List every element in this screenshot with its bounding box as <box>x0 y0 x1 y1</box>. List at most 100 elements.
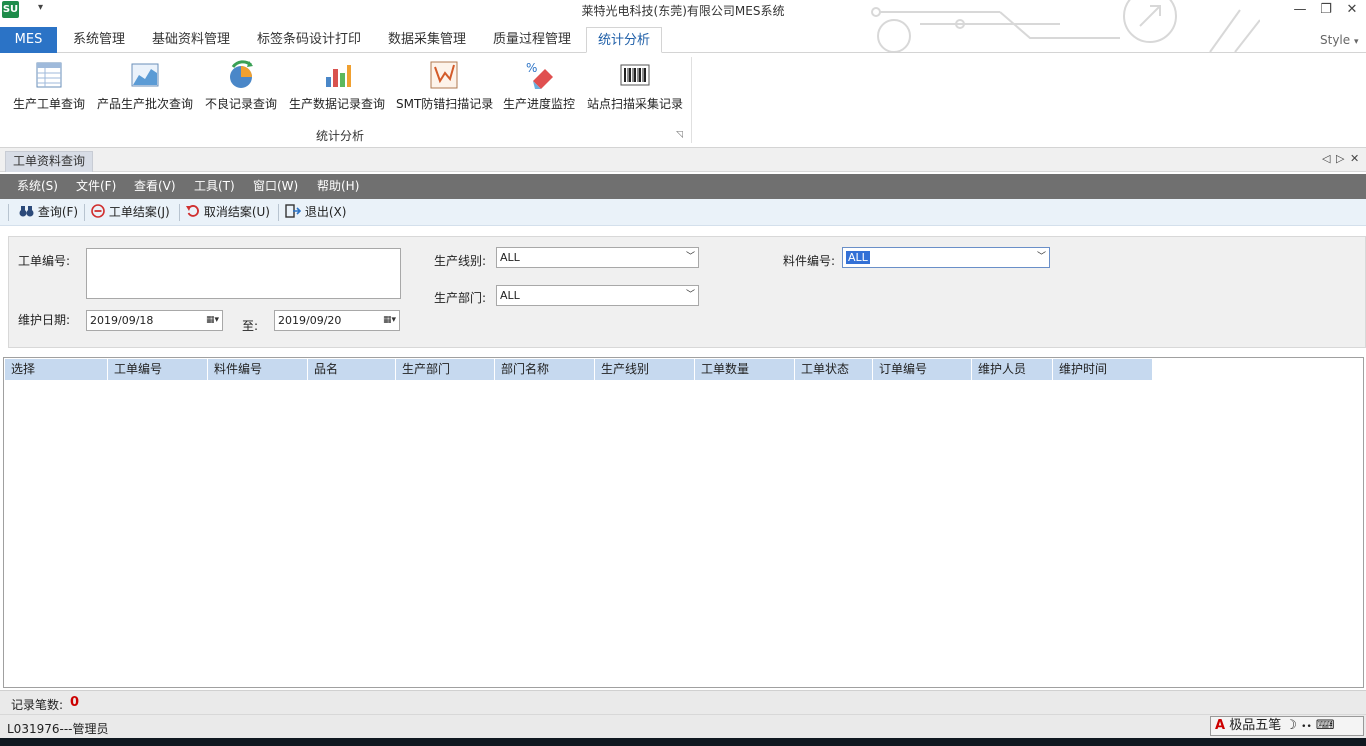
os-taskbar <box>0 738 1366 746</box>
minus-circle-icon <box>91 204 105 218</box>
close-document-icon[interactable]: ✕ <box>1350 152 1359 165</box>
ribbon-group-label: 统计分析 <box>316 129 365 143</box>
station-scan-record-button[interactable]: 站点扫描采集记录 <box>586 59 684 117</box>
to-label: 至: <box>242 319 259 333</box>
tab-basic-data[interactable]: 基础资料管理 <box>143 27 239 53</box>
menu-system[interactable]: 系统(S) <box>17 174 58 199</box>
column-header[interactable]: 料件编号 <box>208 359 308 380</box>
menu-help[interactable]: 帮助(H) <box>317 174 359 199</box>
column-header[interactable]: 维护人员 <box>972 359 1053 380</box>
chevron-down-icon: ﹀ <box>685 290 695 300</box>
document-tab-bar: 工单资料查询 <box>0 148 1366 172</box>
style-menu[interactable]: Style ▾ <box>1320 33 1359 47</box>
smt-scan-record-label: SMT防错扫描记录 <box>396 97 494 111</box>
dialog-launcher-icon[interactable]: ◹ <box>676 130 683 140</box>
punctuation-icon[interactable]: •• <box>1301 722 1312 732</box>
column-header[interactable]: 生产部门 <box>396 359 495 380</box>
batch-query-button[interactable]: 产品生产批次查询 <box>96 59 194 117</box>
progress-monitor-button[interactable]: % 生产进度监控 <box>502 59 576 117</box>
part-number-select[interactable]: ALL ﹀ <box>842 247 1050 268</box>
ribbon-panel: 生产工单查询 产品生产批次查询 不良记录查询 生产数据记录查询 SMT防错扫描记… <box>0 53 1366 148</box>
column-header[interactable]: 工单数量 <box>695 359 795 380</box>
column-header[interactable]: 部门名称 <box>495 359 595 380</box>
barcode-icon <box>620 64 650 86</box>
production-line-value: ALL <box>500 251 520 264</box>
tab-statistics[interactable]: 统计分析 <box>586 27 662 53</box>
menu-view[interactable]: 查看(V) <box>134 174 176 199</box>
binoculars-icon <box>19 206 34 217</box>
data-record-query-button[interactable]: 生产数据记录查询 <box>288 59 386 117</box>
data-record-query-label: 生产数据记录查询 <box>288 97 385 111</box>
cancel-close-button[interactable]: 取消结案(U) <box>186 199 270 226</box>
column-header[interactable]: 订单编号 <box>873 359 972 380</box>
percent-eraser-icon: % <box>526 61 553 89</box>
close-window-button[interactable]: ✕ <box>1338 0 1366 22</box>
tab-label-barcode[interactable]: 标签条码设计打印 <box>248 27 370 53</box>
defect-query-label: 不良记录查询 <box>204 97 277 111</box>
production-dept-label: 生产部门: <box>434 291 487 305</box>
toolbar-separator <box>278 204 279 221</box>
tab-next-icon[interactable]: ▷ <box>1336 152 1344 165</box>
ime-name[interactable]: 极品五笔 <box>1229 718 1281 733</box>
production-dept-select[interactable]: ALL ﹀ <box>496 285 699 306</box>
smt-scan-record-button[interactable]: SMT防错扫描记录 <box>396 59 494 117</box>
ime-toolbar[interactable]: A 极品五笔 ☽ •• ⌨ <box>1210 716 1364 736</box>
production-dept-value: ALL <box>500 289 520 302</box>
undo-icon <box>186 205 199 217</box>
workorder-number-label: 工单编号: <box>18 254 71 268</box>
results-grid[interactable]: 选择 工单编号 料件编号 品名 生产部门 部门名称 生产线别 工单数量 工单状态… <box>3 357 1364 688</box>
tab-system-management[interactable]: 系统管理 <box>63 27 135 53</box>
area-chart-icon <box>131 63 159 87</box>
menu-window[interactable]: 窗口(W) <box>253 174 298 199</box>
column-header[interactable]: 生产线别 <box>595 359 695 380</box>
close-workorder-label: 工单结案(J) <box>108 205 170 219</box>
moon-icon[interactable]: ☽ <box>1285 718 1297 733</box>
record-count-value: 0 <box>70 695 80 710</box>
exit-label: 退出(X) <box>304 205 347 219</box>
calendar-icon[interactable]: ▦▾ <box>206 311 219 330</box>
production-line-select[interactable]: ALL ﹀ <box>496 247 699 268</box>
date-from-value: 2019/09/18 <box>90 314 154 327</box>
table-list-icon <box>36 62 62 88</box>
workorder-query-button[interactable]: 生产工单查询 <box>12 59 86 117</box>
exit-button[interactable]: 退出(X) <box>285 199 346 226</box>
query-label: 查询(F) <box>37 205 79 219</box>
workorder-query-label: 生产工单查询 <box>12 97 85 111</box>
ribbon-tab-strip: MES 系统管理 基础资料管理 标签条码设计打印 数据采集管理 质量过程管理 统… <box>0 27 1366 53</box>
toolbar-separator <box>84 204 85 221</box>
column-header[interactable]: 维护时间 <box>1053 359 1153 380</box>
column-header[interactable]: 工单状态 <box>795 359 873 380</box>
tab-mes[interactable]: MES <box>0 27 57 53</box>
workorder-number-input[interactable] <box>86 248 401 299</box>
tab-data-collection[interactable]: 数据采集管理 <box>378 27 476 53</box>
record-count-bar: 记录笔数: 0 <box>0 690 1366 714</box>
date-to-picker[interactable]: 2019/09/20 ▦▾ <box>274 310 400 331</box>
ribbon-group-divider <box>691 57 692 143</box>
column-header[interactable]: 选择 <box>5 359 108 380</box>
calendar-icon[interactable]: ▦▾ <box>383 311 396 330</box>
tab-quality-process[interactable]: 质量过程管理 <box>483 27 581 53</box>
defect-query-button[interactable]: 不良记录查询 <box>204 59 278 117</box>
exit-door-icon <box>285 204 302 218</box>
query-button[interactable]: 查询(F) <box>19 199 78 226</box>
column-header[interactable]: 工单编号 <box>108 359 208 380</box>
menu-file[interactable]: 文件(F) <box>76 174 116 199</box>
record-count-label: 记录笔数: <box>11 698 64 712</box>
date-to-value: 2019/09/20 <box>278 314 342 327</box>
date-from-picker[interactable]: 2019/09/18 ▦▾ <box>86 310 223 331</box>
close-workorder-button[interactable]: 工单结案(J) <box>91 199 170 226</box>
bar-chart-icon <box>326 65 351 87</box>
filter-panel: 工单编号: 生产线别: ALL ﹀ 料件编号: ALL ﹀ 生产部门: ALL ﹀ 维… <box>8 236 1366 348</box>
keyboard-icon[interactable]: ⌨ <box>1316 718 1335 733</box>
progress-monitor-label: 生产进度监控 <box>502 97 575 111</box>
tab-workorder-query[interactable]: 工单资料查询 <box>5 151 93 172</box>
part-number-value: ALL <box>846 251 870 264</box>
menu-tools[interactable]: 工具(T) <box>194 174 235 199</box>
tab-prev-icon[interactable]: ◁ <box>1322 152 1330 165</box>
column-header[interactable]: 品名 <box>308 359 396 380</box>
minimize-button[interactable]: — <box>1286 0 1314 22</box>
ime-mode-icon[interactable]: A <box>1215 718 1225 733</box>
chevron-down-icon: ﹀ <box>685 252 695 262</box>
part-number-label: 料件编号: <box>783 254 836 268</box>
restore-button[interactable]: ❐ <box>1312 0 1340 22</box>
